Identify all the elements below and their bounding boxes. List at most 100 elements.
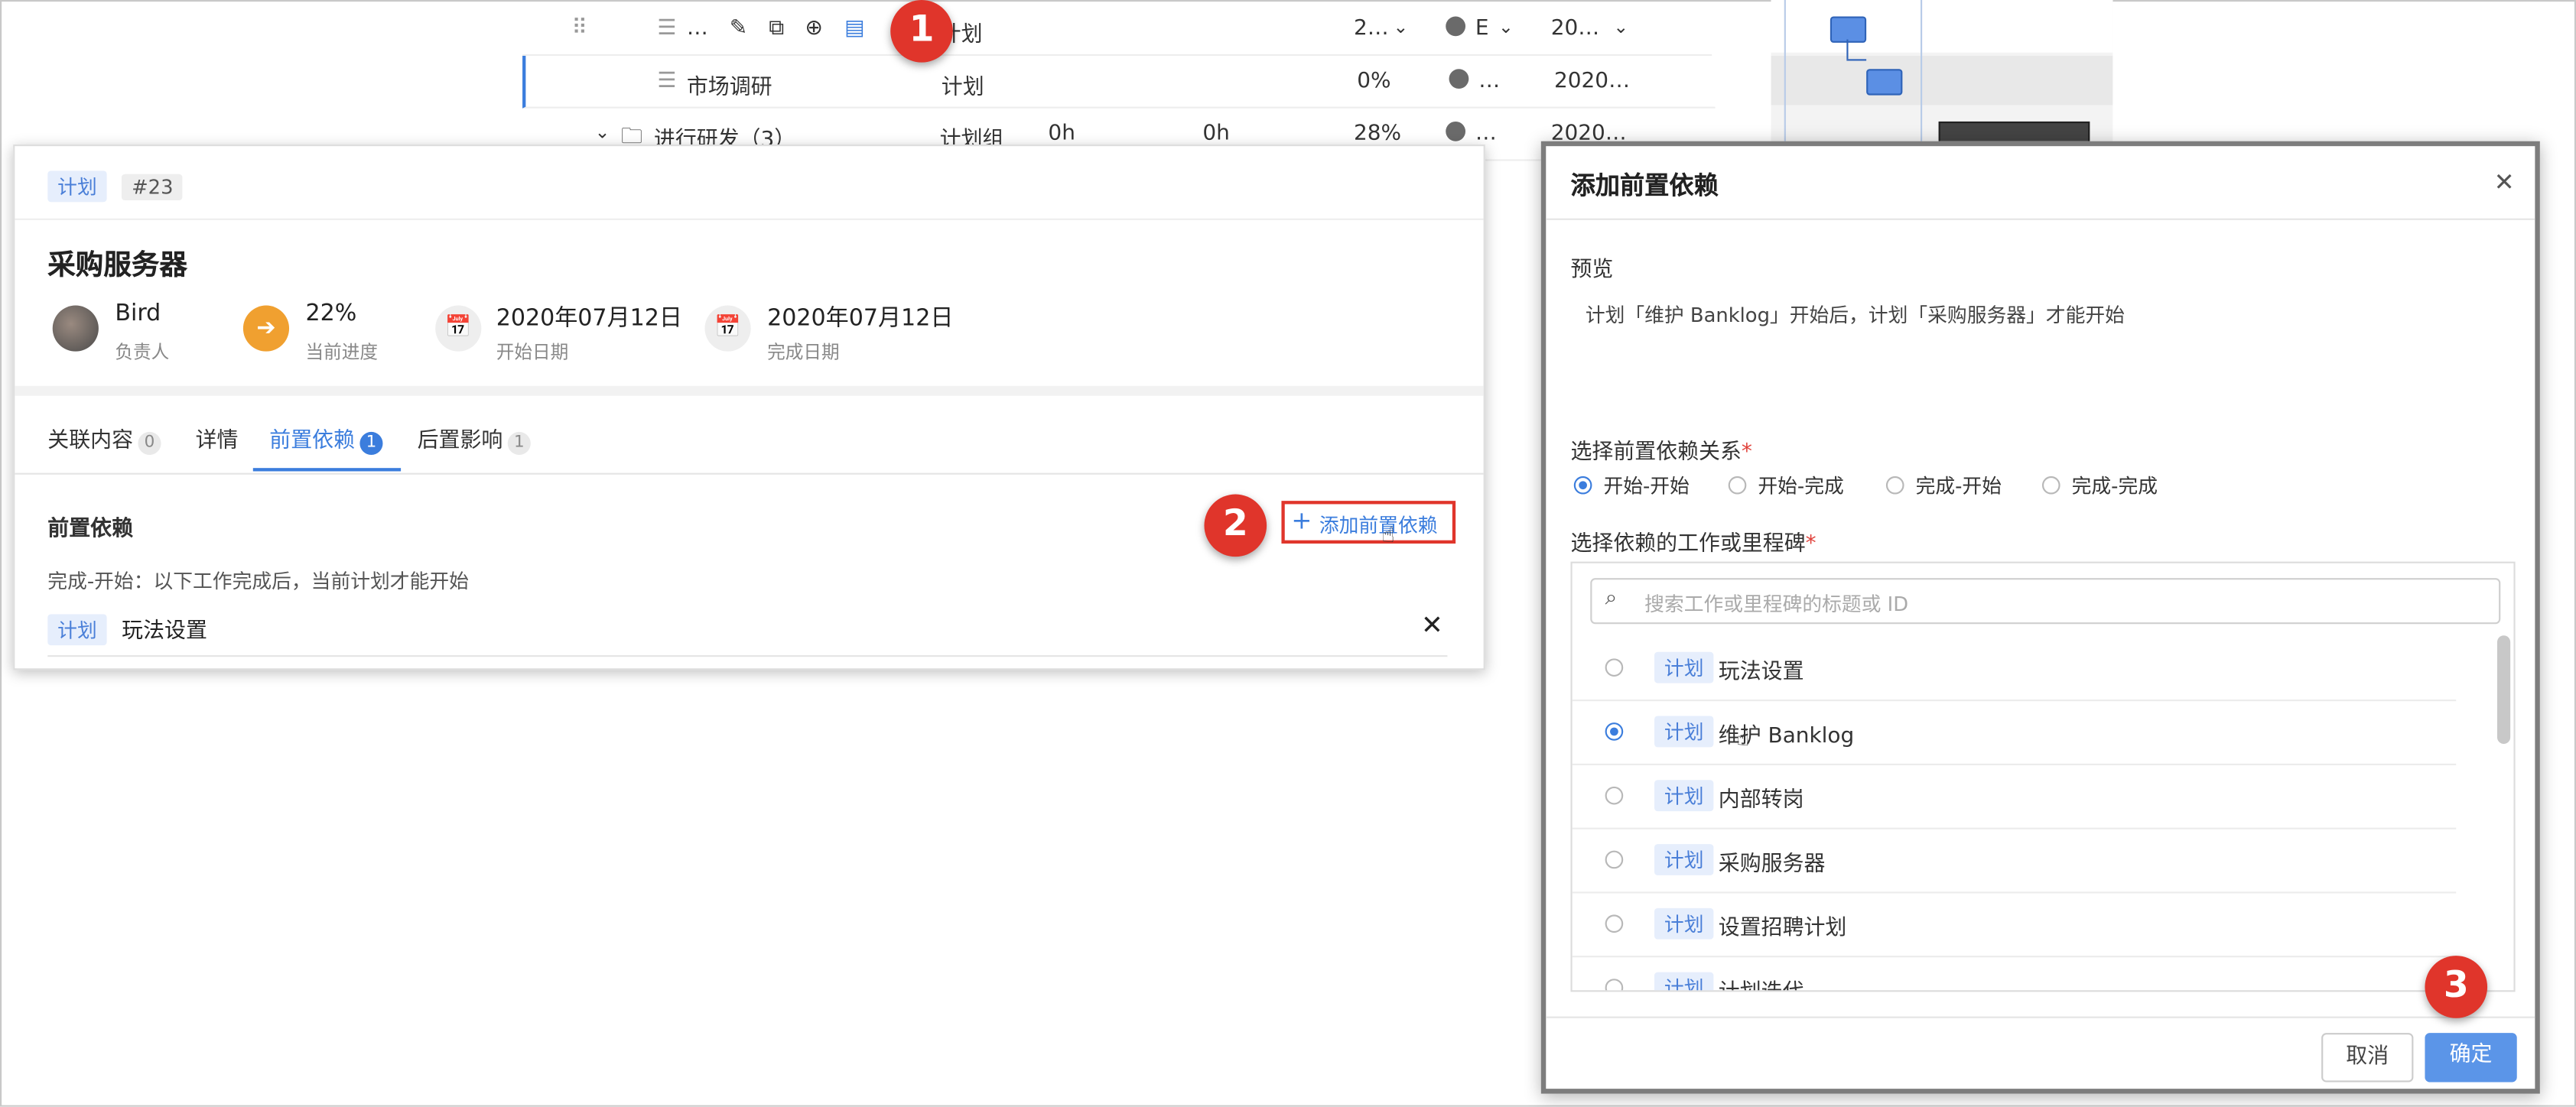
item-tag: 计划 [1654,780,1714,812]
row-title: 市场调研 [686,75,772,101]
step-marker: 3 [2425,956,2488,1018]
row-type: 计划 [941,75,984,101]
table-row[interactable]: ☰ 市场调研 计划 0% … 2020… [522,56,1716,109]
cursor-hand-icon: ☝ [1736,727,1750,752]
avatar [1449,69,1469,89]
item-radio[interactable] [1605,658,1624,677]
search-placeholder: 搜索工作或里程碑的标题或 ID [1644,592,1909,616]
relation-option-label: 完成-完成 [2071,474,2158,498]
dependency-item[interactable]: 计划 玩法设置 [47,612,207,646]
row-progress: 28% [1353,121,1402,147]
step-marker: 2 [1204,494,1267,557]
relation-option-label: 开始-完成 [1758,474,1844,498]
start-label: 开始日期 [496,341,569,363]
progress-icon: ➔ [242,305,290,352]
list-item[interactable]: 计划 设置招聘计划 [1572,891,2457,958]
required-mark: * [1741,440,1752,465]
list-item[interactable]: 计划 维护 Banklog ☝ [1572,700,2457,765]
row-estimate: 0h [1048,121,1075,147]
item-radio[interactable] [1605,914,1624,933]
item-name: 内部转岗 [1718,788,1804,813]
plan-icon: ☰ [657,69,677,94]
plus-icon: + [1291,505,1312,536]
relation-radio-finish-finish[interactable] [2041,476,2060,495]
chevron-down-icon[interactable]: ⌄ [1613,16,1628,37]
item-radio[interactable] [1605,786,1624,805]
search-input[interactable]: ⌕ 搜索工作或里程碑的标题或 ID [1590,578,2501,625]
tab-related[interactable]: 关联内容 0 [47,422,161,455]
cancel-button[interactable]: 取消 [2321,1033,2414,1083]
tab-details[interactable]: 详情 [196,422,239,453]
item-name: 采购服务器 [1718,852,1826,878]
row-progress: 0% [1357,69,1391,94]
type-tag: 计划 [47,170,107,203]
owner-label: 负责人 [115,341,170,363]
relation-option-label: 完成-开始 [1915,474,2002,498]
confirm-button[interactable]: 确定 [2425,1033,2517,1083]
gantt-bar[interactable] [1866,69,1903,96]
add-dependency-icon[interactable]: ▤ [844,16,864,41]
item-tag: 计划 [1654,907,1714,940]
tab-successors[interactable]: 后置影响 1 [418,422,531,455]
row-owner[interactable]: E [1475,16,1489,41]
list-item[interactable]: 计划 采购服务器 [1572,828,2457,894]
close-icon[interactable]: ✕ [2494,167,2515,197]
row-title: … [686,16,708,41]
target-list: 计划 玩法设置 计划 维护 Banklog ☝ 计划 内部转岗 计划 采购服务器… [1572,635,2514,991]
chevron-down-icon[interactable]: ⌄ [1498,16,1514,37]
row-date[interactable]: 20… [1551,16,1599,41]
list-item[interactable]: 计划 计划迭代 [1573,956,2457,991]
item-radio[interactable] [1605,722,1624,741]
plan-detail-panel: 计划 #23 采购服务器 Bird 负责人 ➔ 22% 当前进度 📅 2020年… [13,144,1485,670]
relation-radio-start-finish[interactable] [1728,476,1747,495]
add-predecessor-label: 添加前置依赖 [1319,514,1438,537]
avatar [52,305,99,352]
preview-text: 计划「维护 Banklog」开始后，计划「采购服务器」才能开始 [1585,304,2125,327]
gantt-chart [1771,0,2113,145]
end-date: 2020年07月12日 [767,305,954,332]
preview-label: 预览 [1570,258,1614,283]
item-name: 设置招聘计划 [1718,916,1847,941]
scrollbar[interactable] [2496,635,2511,745]
relation-option-label: 开始-开始 [1603,474,1690,498]
relation-field-label: 选择前置依赖关系* [1570,440,1752,465]
owner-name: Bird [115,300,161,327]
end-label: 完成日期 [767,341,840,363]
relation-radio-start-start[interactable] [1573,476,1592,495]
drag-handle-icon[interactable]: ⠿ [572,16,587,41]
relation-radio-finish-start[interactable] [1885,476,1904,495]
plan-icon: ☰ [657,16,677,41]
chevron-down-icon[interactable]: ⌄ [595,122,610,143]
progress-value: 22% [305,300,357,327]
table-row[interactable]: ⠿ ☰ … ✎ ⧉ ⊕ ▤ 计划 2… ⌄ E ⌄ 20… ⌄ [522,3,1712,57]
item-name: 计划迭代 [1719,974,1804,990]
item-name: 玩法设置 [1718,660,1804,685]
chevron-down-icon[interactable]: ⌄ [1394,16,1409,37]
list-item[interactable]: 计划 玩法设置 [1572,635,2457,702]
step-marker: 1 [890,0,953,63]
item-radio[interactable] [1605,850,1624,869]
row-progress[interactable]: 2… [1354,16,1389,41]
add-child-icon[interactable]: ⊕ [805,16,823,41]
dependency-name: 玩法设置 [122,618,207,644]
row-spent: 0h [1202,121,1230,147]
add-predecessor-button[interactable]: + 添加前置依赖 [1281,501,1456,544]
row-date: 2020… [1554,69,1631,94]
row-owner: … [1478,69,1501,94]
gantt-bar[interactable] [1830,16,1867,43]
relation-description: 完成-开始：以下工作完成后，当前计划才能开始 [47,570,469,593]
item-tag: 计划 [1654,972,1714,991]
calendar-end-icon: 📅 [704,305,751,352]
dependency-tag: 计划 [47,614,107,646]
add-predecessor-modal: 添加前置依赖 ✕ 预览 计划「维护 Banklog」开始后，计划「采购服务器」才… [1540,141,2540,1094]
item-radio[interactable] [1605,979,1624,991]
required-mark: * [1805,531,1817,557]
remove-dependency-icon[interactable]: ✕ [1421,609,1443,641]
item-tag: 计划 [1654,716,1714,748]
copy-icon[interactable]: ⧉ [769,16,784,41]
list-item[interactable]: 计划 内部转岗 [1572,764,2457,829]
calendar-start-icon: 📅 [435,305,482,352]
edit-icon[interactable]: ✎ [730,16,747,41]
cursor-hand-icon: ☝ [1381,524,1395,549]
tab-predecessors[interactable]: 前置依赖 1 [269,422,383,455]
